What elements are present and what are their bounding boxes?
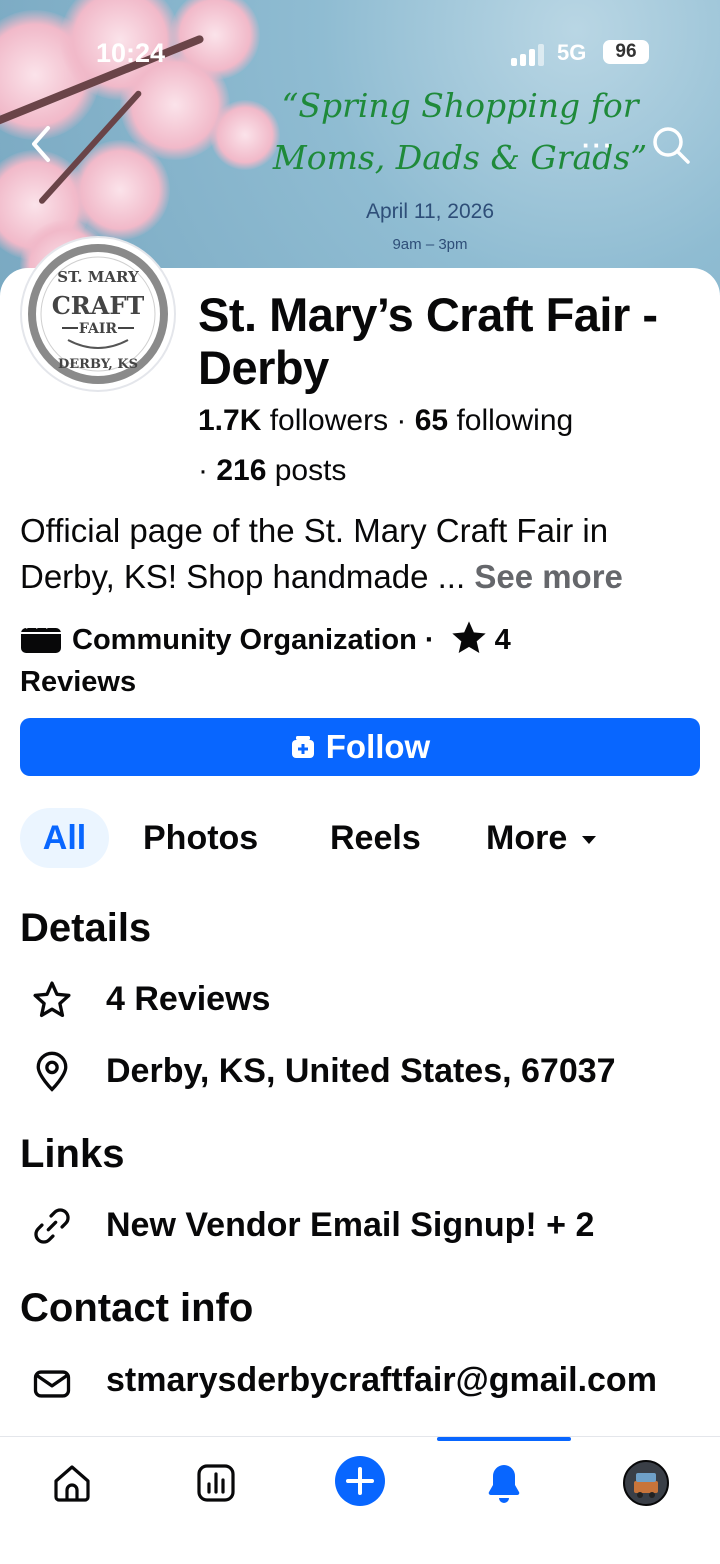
following-count[interactable]: 65 [415, 404, 448, 437]
link-icon [34, 1208, 70, 1244]
star-filled-icon [449, 618, 489, 658]
page-bio: Official page of the St. Mary Craft Fair… [20, 508, 710, 600]
location-row[interactable]: Derby, KS, United States, 67037 [30, 1046, 710, 1096]
rating-value[interactable]: 4 [495, 624, 511, 656]
search-button[interactable] [650, 124, 692, 166]
nav-create[interactable] [334, 1455, 386, 1507]
caret-down-icon [581, 836, 596, 844]
category-label[interactable]: Community Organization [72, 624, 417, 656]
back-button[interactable] [24, 122, 60, 166]
notifications-bell-icon [488, 1465, 520, 1503]
location-pin-icon [36, 1051, 68, 1092]
following-label: following [448, 404, 574, 437]
active-tab-indicator [437, 1437, 571, 1441]
logo-text-main: CRAFT [52, 291, 145, 320]
more-options-button[interactable]: ··· [582, 130, 614, 161]
home-icon [54, 1465, 90, 1502]
followers-label: followers · [261, 404, 415, 437]
chevron-left-icon [32, 126, 50, 162]
follow-label: Follow [325, 728, 431, 765]
cover-date: April 11, 2026 [365, 200, 495, 223]
followers-count[interactable]: 1.7K [198, 404, 261, 437]
nav-profile[interactable] [622, 1459, 670, 1507]
dashboard-icon [197, 1464, 235, 1502]
battery-icon: 96 [603, 40, 649, 64]
craft-fair-logo: ST. MARY CRAFT FAIR DERBY, KS [28, 244, 168, 384]
links-heading: Links [20, 1132, 125, 1176]
status-bar: 10:24 5G 96 [0, 34, 720, 74]
rating-suffix[interactable]: Reviews [20, 666, 136, 698]
profile-avatar-icon [623, 1460, 669, 1506]
logo-text-bottom: DERBY, KS [58, 357, 138, 372]
follow-stats: 1.7K followers · 65 following [198, 404, 573, 438]
bottom-navigation [0, 1436, 720, 1564]
posts-count: 216 [216, 454, 267, 487]
envelope-icon [33, 1370, 71, 1398]
category-separator: · [416, 624, 443, 656]
status-time: 10:24 [96, 38, 166, 68]
nav-dashboard[interactable] [192, 1459, 240, 1507]
details-heading: Details [20, 906, 152, 950]
follow-button[interactable]: Follow [20, 718, 700, 776]
star-outline-icon [33, 981, 71, 1018]
page-title: St. Mary’s Craft Fair - Derby [198, 288, 658, 394]
posts-stats: · 216 posts [198, 454, 346, 488]
cover-headline-line2: Moms, Dads & Grads” [272, 138, 648, 177]
link-text: New Vendor Email Signup! + 2 [106, 1206, 595, 1244]
page-profile-picture[interactable]: ST. MARY CRAFT FAIR DERBY, KS [20, 236, 176, 392]
cover-hours: 9am – 3pm [392, 236, 468, 253]
logo-text-top: ST. MARY [57, 268, 139, 286]
location-text: Derby, KS, United States, 67037 [106, 1052, 616, 1090]
create-plus-icon [335, 1456, 385, 1506]
logo-text-sub: FAIR [79, 321, 118, 337]
follow-page-icon [291, 736, 314, 758]
clapperboard-icon [20, 623, 62, 654]
tab-photos[interactable]: Photos [143, 808, 258, 868]
signal-icon [511, 44, 547, 66]
posts-label: posts [266, 454, 347, 487]
link-row[interactable]: New Vendor Email Signup! + 2 [30, 1200, 710, 1250]
email-text: stmarysderbycraftfair@gmail.com [106, 1361, 657, 1399]
search-icon [653, 127, 690, 164]
cover-headline-line1: “Spring Shopping for [281, 86, 639, 125]
nav-notifications[interactable] [480, 1459, 528, 1507]
posts-prefix: · [198, 454, 217, 487]
tab-more[interactable]: More [486, 808, 597, 868]
tab-all[interactable]: All [20, 808, 109, 868]
tab-reels[interactable]: Reels [330, 808, 421, 868]
see-more-link[interactable]: See more [474, 558, 623, 595]
contact-heading: Contact info [20, 1286, 254, 1330]
network-type: 5G [557, 40, 587, 65]
profile-tabs: All Photos Reels More [20, 808, 700, 868]
reviews-row[interactable]: 4 Reviews [30, 974, 710, 1024]
tab-more-label: More [486, 819, 568, 857]
nav-home[interactable] [48, 1459, 96, 1507]
reviews-text: 4 Reviews [106, 980, 271, 1018]
category-line: Community Organization · 4 Reviews [20, 618, 700, 703]
